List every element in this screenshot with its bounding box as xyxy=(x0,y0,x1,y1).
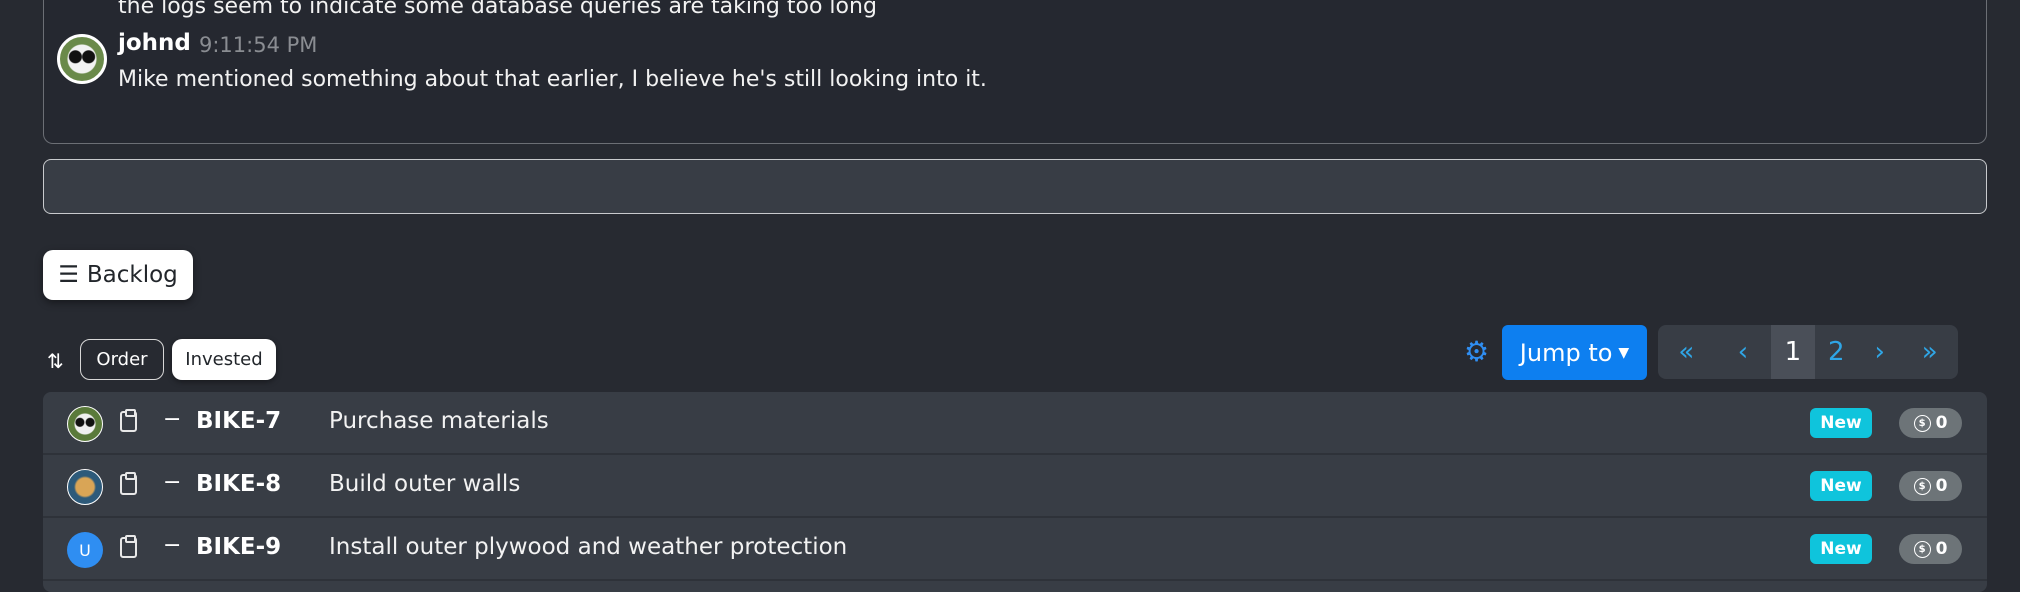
chat-input[interactable] xyxy=(43,159,1987,214)
message-timestamp: 9:11:54 PM xyxy=(199,33,318,57)
clipboard-icon xyxy=(120,535,137,558)
coin-icon: $ xyxy=(1913,477,1931,495)
page-2-button[interactable]: 2 xyxy=(1815,325,1858,379)
sort-arrows-icon[interactable]: ⇅ xyxy=(47,349,64,373)
message-text: Mike mentioned something about that earl… xyxy=(118,67,987,92)
priority-icon: − xyxy=(163,407,182,432)
item-key[interactable]: BIKE-7 xyxy=(196,408,281,434)
item-title[interactable]: Install outer plywood and weather protec… xyxy=(329,534,847,560)
invested-badge: $0 xyxy=(1899,471,1962,501)
status-badge: New xyxy=(1810,471,1872,501)
first-page-button[interactable]: « xyxy=(1658,325,1715,379)
coin-icon: $ xyxy=(1913,414,1931,432)
invested-badge: $0 xyxy=(1899,408,1962,438)
status-badge: New xyxy=(1810,534,1872,564)
page-1-button[interactable]: 1 xyxy=(1771,325,1815,379)
next-page-button[interactable]: › xyxy=(1858,325,1901,379)
invested-value: 0 xyxy=(1935,539,1948,559)
coin-icon: $ xyxy=(1913,540,1931,558)
invested-value: 0 xyxy=(1935,413,1948,433)
item-title[interactable]: Purchase materials xyxy=(329,408,549,434)
pagination: « ‹ 1 2 › » xyxy=(1658,325,1958,379)
user-avatar-johnd xyxy=(57,34,107,84)
sort-invested-button[interactable]: Invested xyxy=(172,339,276,380)
assignee-avatar xyxy=(67,406,103,442)
sort-order-button[interactable]: Order xyxy=(80,339,164,380)
gear-icon[interactable]: ⚙ xyxy=(1464,338,1492,366)
message-author: johnd xyxy=(118,30,191,56)
list-icon: ☰ xyxy=(58,262,79,288)
list-item[interactable]: U − BIKE-9 Install outer plywood and wea… xyxy=(43,518,1987,581)
clipboard-icon xyxy=(120,472,137,495)
item-key[interactable]: BIKE-8 xyxy=(196,471,281,497)
invested-badge: $0 xyxy=(1899,534,1962,564)
clipboard-icon xyxy=(120,409,137,432)
prev-page-button[interactable]: ‹ xyxy=(1715,325,1772,379)
invested-value: 0 xyxy=(1935,476,1948,496)
priority-icon: − xyxy=(163,470,182,495)
backlog-button[interactable]: ☰ Backlog xyxy=(43,250,193,300)
assignee-avatar: U xyxy=(67,532,103,568)
item-title[interactable]: Build outer walls xyxy=(329,471,520,497)
backlog-button-label: Backlog xyxy=(86,262,178,288)
priority-icon: − xyxy=(163,533,182,558)
last-page-button[interactable]: » xyxy=(1901,325,1958,379)
backlog-list: − BIKE-7 Purchase materials New $0 − BIK… xyxy=(43,392,1987,592)
assignee-avatar xyxy=(67,469,103,505)
list-item[interactable]: − BIKE-8 Build outer walls New $0 xyxy=(43,455,1987,518)
previous-message-text: the logs seem to indicate some database … xyxy=(118,0,877,19)
list-item[interactable]: − BIKE-7 Purchase materials New $0 xyxy=(43,392,1987,455)
status-badge: New xyxy=(1810,408,1872,438)
jump-to-label: Jump to xyxy=(1519,338,1613,367)
item-key[interactable]: BIKE-9 xyxy=(196,534,281,560)
caret-down-icon: ▼ xyxy=(1618,344,1630,361)
jump-to-dropdown[interactable]: Jump to ▼ xyxy=(1502,325,1647,380)
